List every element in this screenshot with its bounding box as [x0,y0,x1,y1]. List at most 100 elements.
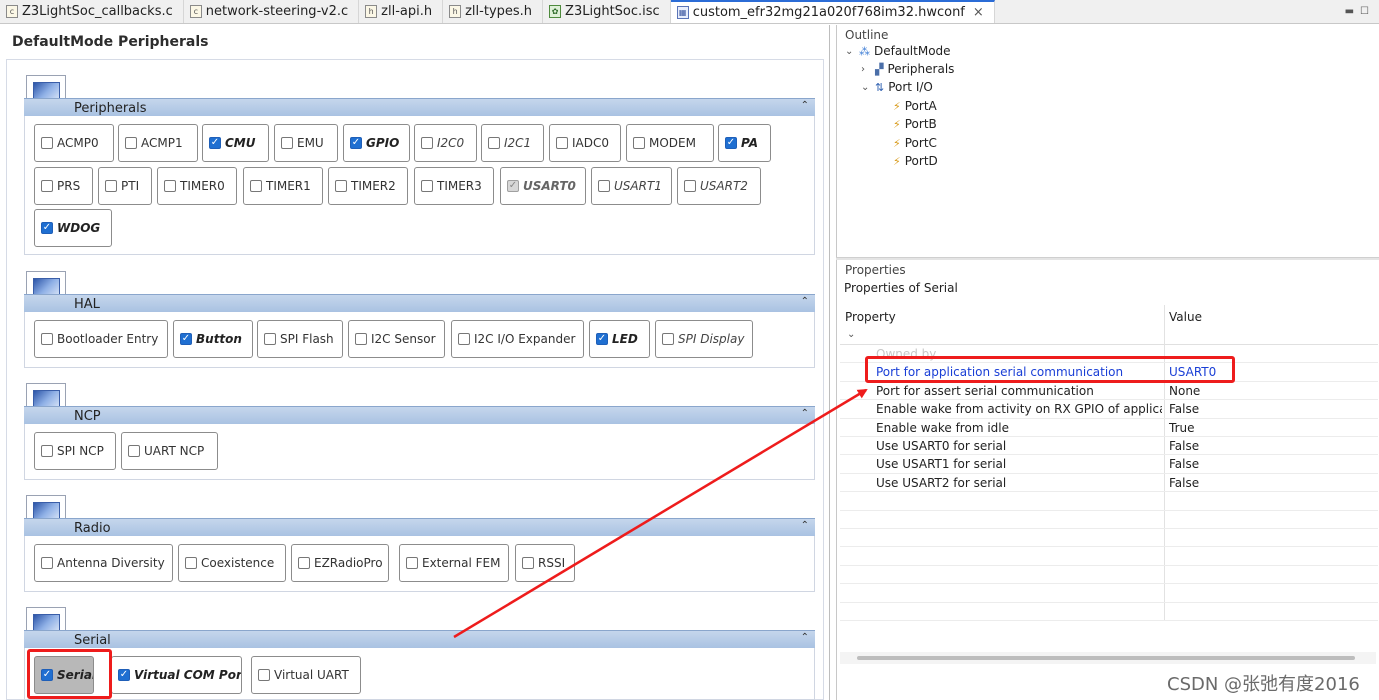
peripheral-timer3[interactable]: TIMER3 [414,167,494,205]
checkbox-icon [258,669,270,681]
checkbox-icon [355,333,367,345]
ncp-spi[interactable]: SPI NCP [34,432,116,470]
collapse-icon[interactable]: ⌃ [801,408,809,419]
table-row [840,584,1378,603]
hal-i2c-io-expander[interactable]: I2C I/O Expander [451,320,584,358]
section-title: HAL [74,297,100,312]
collapse-icon[interactable]: ⌃ [801,520,809,531]
tree-item-portc[interactable]: ⚡ PortC [893,136,937,150]
section-header[interactable]: Peripherals ⌃ [24,98,815,116]
tree-item-defaultmode[interactable]: ⌄ ⁂ DefaultMode [845,44,951,58]
maximize-icon[interactable]: ☐ [1360,6,1369,17]
hal-spi-flash[interactable]: SPI Flash [257,320,343,358]
tab-zll-api[interactable]: h zll-api.h [359,0,444,23]
peripheral-acmp0[interactable]: ACMP0 [34,124,114,162]
table-row [840,566,1378,585]
checkbox-icon [522,557,534,569]
collapse-icon[interactable]: ⌃ [801,632,809,643]
peripheral-timer1[interactable]: TIMER1 [243,167,323,205]
peripheral-gpio[interactable]: ✓ GPIO [343,124,410,162]
table-row[interactable]: Use USART2 for serial False [840,474,1378,493]
radio-antenna-diversity[interactable]: Antenna Diversity [34,544,173,582]
close-tab-icon[interactable]: × [973,5,984,20]
table-row [840,603,1378,621]
section-header[interactable]: Radio ⌃ [24,518,815,536]
properties-subtitle: Properties of Serial [844,281,958,295]
peripheral-i2c1[interactable]: I2C1 [481,124,544,162]
checkmark-icon: ✓ [180,333,192,345]
serial-virtual-uart[interactable]: Virtual UART [251,656,361,694]
peripheral-acmp1[interactable]: ACMP1 [118,124,198,162]
hal-bootloader-entry[interactable]: Bootloader Entry [34,320,168,358]
chevron-right-icon[interactable]: › [861,64,871,75]
tree-item-porta[interactable]: ⚡ PortA [893,99,937,113]
tree-item-portd[interactable]: ⚡ PortD [893,154,938,168]
ncp-uart[interactable]: UART NCP [121,432,218,470]
property-value[interactable]: None [1169,384,1200,398]
peripheral-emu[interactable]: EMU [274,124,338,162]
peripheral-iadc0[interactable]: IADC0 [549,124,621,162]
tab-callbacks[interactable]: c Z3LightSoc_callbacks.c [0,0,184,23]
peripheral-usart0[interactable]: ✓ USART0 [500,167,586,205]
radio-rssi[interactable]: RSSI [515,544,575,582]
checkbox-icon [41,333,53,345]
property-value[interactable]: False [1169,439,1199,453]
port-io-icon: ⇅ [875,80,885,94]
peripheral-timer0[interactable]: TIMER0 [157,167,237,205]
peripheral-i2c0[interactable]: I2C0 [414,124,477,162]
editor-tab-bar: c Z3LightSoc_callbacks.c c network-steer… [0,0,1379,24]
chevron-down-icon[interactable]: ⌄ [861,82,871,93]
peripheral-modem[interactable]: MODEM [626,124,714,162]
section-header[interactable]: Serial ⌃ [24,630,815,648]
chevron-down-icon[interactable]: ⌄ [847,329,855,340]
table-row[interactable]: Use USART0 for serial False [840,437,1378,456]
column-header-value[interactable]: Value [1169,310,1202,324]
tab-zll-types[interactable]: h zll-types.h [443,0,544,23]
property-value[interactable]: False [1169,457,1199,471]
peripheral-prs[interactable]: PRS [34,167,93,205]
hal-i2c-sensor[interactable]: I2C Sensor [348,320,445,358]
section-header[interactable]: HAL ⌃ [24,294,815,312]
checkbox-icon [458,333,470,345]
table-row[interactable]: Use USART1 for serial False [840,455,1378,474]
radio-ezradiopro[interactable]: EZRadioPro [291,544,389,582]
hal-button[interactable]: ✓ Button [173,320,253,358]
property-name: Port for assert serial communication [876,383,1094,398]
column-header-property[interactable]: Property [845,310,896,324]
minimize-icon[interactable]: ▬ [1345,6,1354,17]
section-header[interactable]: NCP ⌃ [24,406,815,424]
collapse-icon[interactable]: ⌃ [801,296,809,307]
collapse-icon[interactable]: ⌃ [801,100,809,111]
tree-item-portb[interactable]: ⚡ PortB [893,117,937,131]
peripheral-wdog[interactable]: ✓ WDOG [34,209,112,247]
tab-label: network-steering-v2.c [205,4,349,19]
table-row[interactable]: Port for assert serial communication Non… [840,382,1378,401]
peripheral-usart2[interactable]: USART2 [677,167,761,205]
tab-isc[interactable]: ✿ Z3LightSoc.isc [543,0,671,23]
table-row[interactable]: Enable wake from activity on RX GPIO of … [840,400,1378,419]
hal-led[interactable]: ✓ LED [589,320,650,358]
peripherals-icon: ▞ [875,62,884,76]
radio-external-fem[interactable]: External FEM [399,544,509,582]
radio-coexistence[interactable]: Coexistence [178,544,286,582]
table-row[interactable]: Enable wake from idle True [840,419,1378,437]
property-value[interactable]: True [1169,421,1195,435]
section-body: ACMP0 ACMP1 ✓ CMU EMU ✓ GPIO I2C0 I2C1 IAD… [24,116,815,255]
tab-hwconf[interactable]: ▦ custom_efr32mg21a020f768im32.hwconf × [670,0,995,23]
property-name: Use USART2 for serial [876,475,1007,490]
table-row [840,529,1378,548]
hal-spi-display[interactable]: SPI Display [655,320,753,358]
peripheral-cmu[interactable]: ✓ CMU [202,124,269,162]
peripheral-pti[interactable]: PTI [98,167,152,205]
peripheral-timer2[interactable]: TIMER2 [328,167,408,205]
tree-item-portio[interactable]: ⌄ ⇅ Port I/O [861,80,933,94]
chevron-down-icon[interactable]: ⌄ [845,46,855,57]
property-value[interactable]: False [1169,402,1199,416]
horizontal-scrollbar-thumb[interactable] [857,656,1355,660]
serial-virtual-com-port[interactable]: ✓ Virtual COM Port [111,656,242,694]
peripheral-pa[interactable]: ✓ PA [718,124,771,162]
tab-network-steering[interactable]: c network-steering-v2.c [184,0,360,23]
property-value[interactable]: False [1169,476,1199,490]
peripheral-usart1[interactable]: USART1 [591,167,672,205]
tree-item-peripherals[interactable]: › ▞ Peripherals [861,62,954,76]
